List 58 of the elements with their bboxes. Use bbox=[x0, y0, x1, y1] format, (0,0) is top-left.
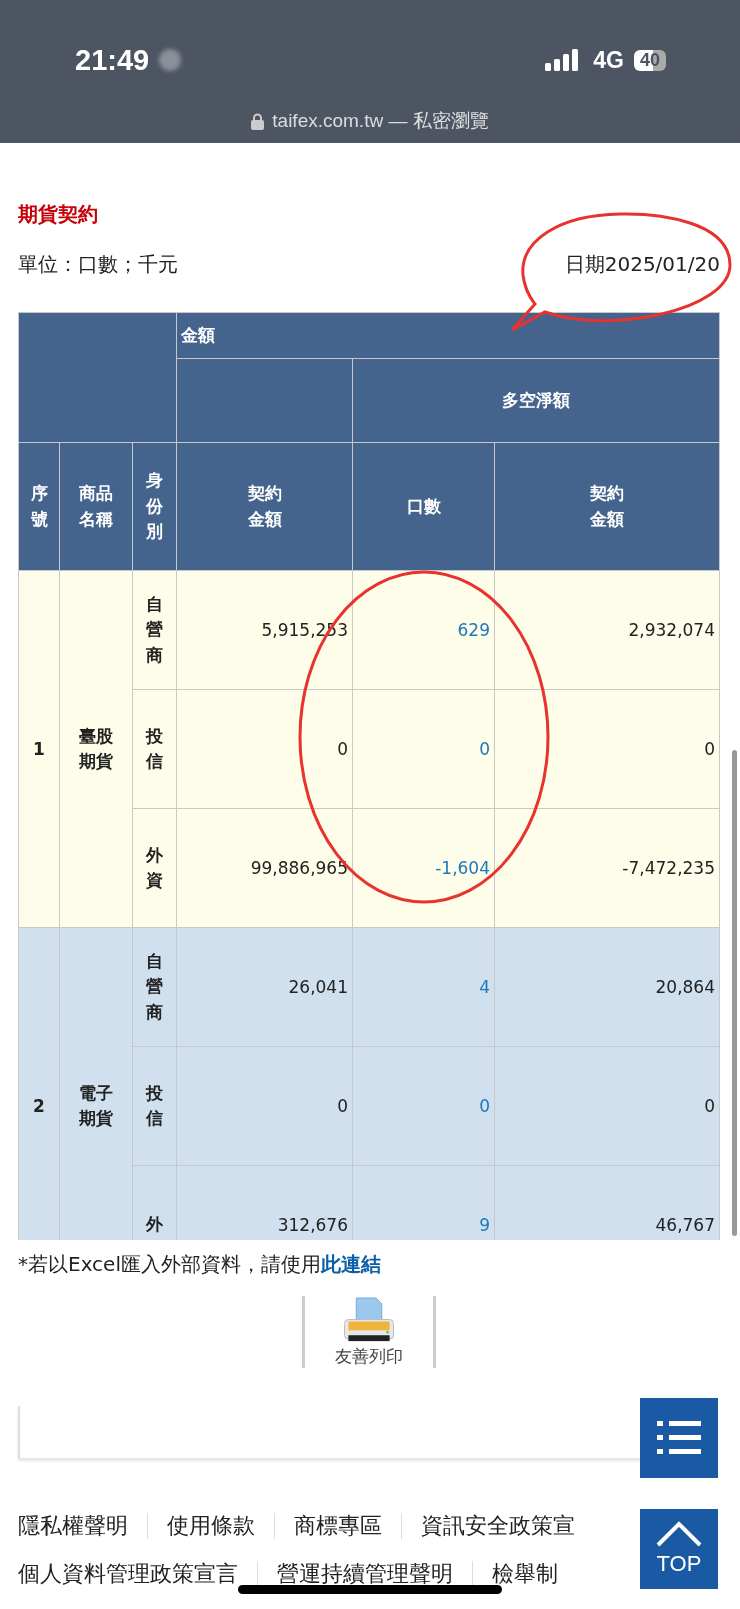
table-cell: 2,932,074 bbox=[494, 570, 720, 690]
table-cell: 外資 bbox=[132, 808, 177, 928]
footer-link[interactable]: 個人資料管理政策宣言 bbox=[18, 1559, 238, 1589]
table-cell: 20,864 bbox=[494, 927, 720, 1047]
table-cell: 自營商 bbox=[132, 927, 177, 1047]
menu-icon bbox=[657, 1421, 701, 1455]
table-cell: 312,676 bbox=[176, 1165, 353, 1240]
header-cell: 契約金額 bbox=[176, 442, 353, 571]
lock-icon bbox=[251, 112, 265, 130]
table-cell: 99,886,965 bbox=[176, 808, 353, 928]
footer-link[interactable]: 營運持續管理聲明 bbox=[277, 1559, 453, 1589]
header-cell: 契約金額 bbox=[494, 442, 720, 571]
table-cell: 1 bbox=[18, 570, 60, 928]
table-cell[interactable]: 0 bbox=[352, 1046, 495, 1166]
table-cell: 投信 bbox=[132, 689, 177, 809]
header-cell: 金額 bbox=[176, 312, 720, 359]
footer-link[interactable]: 商標專區 bbox=[294, 1511, 382, 1541]
table-cell[interactable]: 4 bbox=[352, 927, 495, 1047]
table-cell: 投信 bbox=[132, 1046, 177, 1166]
url-text[interactable]: taifex.com.tw — 私密瀏覽 bbox=[272, 108, 489, 134]
footer-link[interactable]: 檢舉制 bbox=[492, 1559, 558, 1589]
table-cell: 0 bbox=[176, 689, 353, 809]
table-cell: 0 bbox=[494, 689, 720, 809]
table-cell[interactable]: 0 bbox=[352, 689, 495, 809]
date-text: 日期2025/01/20 bbox=[564, 251, 720, 278]
header-cell: 身份別 bbox=[132, 442, 177, 571]
table-cell: 自營商 bbox=[132, 570, 177, 690]
scrollbar[interactable] bbox=[732, 750, 737, 1236]
table-cell[interactable]: 9 bbox=[352, 1165, 495, 1240]
section-title: 期貨契約 bbox=[18, 201, 99, 228]
clock-time: 21:49 bbox=[75, 43, 150, 77]
footer-link[interactable]: 資訊安全政策宣 bbox=[421, 1511, 575, 1541]
excel-link[interactable]: 此連結 bbox=[321, 1252, 381, 1276]
print-button[interactable]: 友善列印 bbox=[302, 1296, 436, 1368]
table-cell: 26,041 bbox=[176, 927, 353, 1047]
chevron-up-icon bbox=[655, 1521, 703, 1547]
network-label: 4G bbox=[593, 46, 624, 74]
menu-button[interactable] bbox=[640, 1398, 718, 1478]
table-cell: 46,767 bbox=[494, 1165, 720, 1240]
table-cell: 電子期貨 bbox=[59, 927, 133, 1240]
header-cell: 商品名稱 bbox=[59, 442, 133, 571]
footer-link[interactable]: 隱私權聲明 bbox=[18, 1511, 128, 1541]
units-text: 單位：口數；千元 bbox=[18, 251, 178, 278]
table-cell[interactable]: -1,604 bbox=[352, 808, 495, 928]
table-cell: 0 bbox=[176, 1046, 353, 1166]
table-cell: 臺股期貨 bbox=[59, 570, 133, 928]
table-cell: -7,472,235 bbox=[494, 808, 720, 928]
header-cell: 序號 bbox=[18, 442, 60, 571]
footer-link[interactable]: 使用條款 bbox=[167, 1511, 255, 1541]
header-cell: 多空淨額 bbox=[352, 358, 720, 443]
header-cell: 口數 bbox=[352, 442, 495, 571]
table-cell[interactable]: 629 bbox=[352, 570, 495, 690]
table-cell: 2 bbox=[18, 927, 60, 1240]
back-to-top-button[interactable]: TOP bbox=[640, 1509, 718, 1589]
table-cell: 外 bbox=[132, 1165, 177, 1240]
table-cell: 0 bbox=[494, 1046, 720, 1166]
battery-indicator: 40 bbox=[633, 49, 666, 71]
excel-note: *若以Excel匯入外部資料，請使用此連結 bbox=[18, 1251, 382, 1278]
